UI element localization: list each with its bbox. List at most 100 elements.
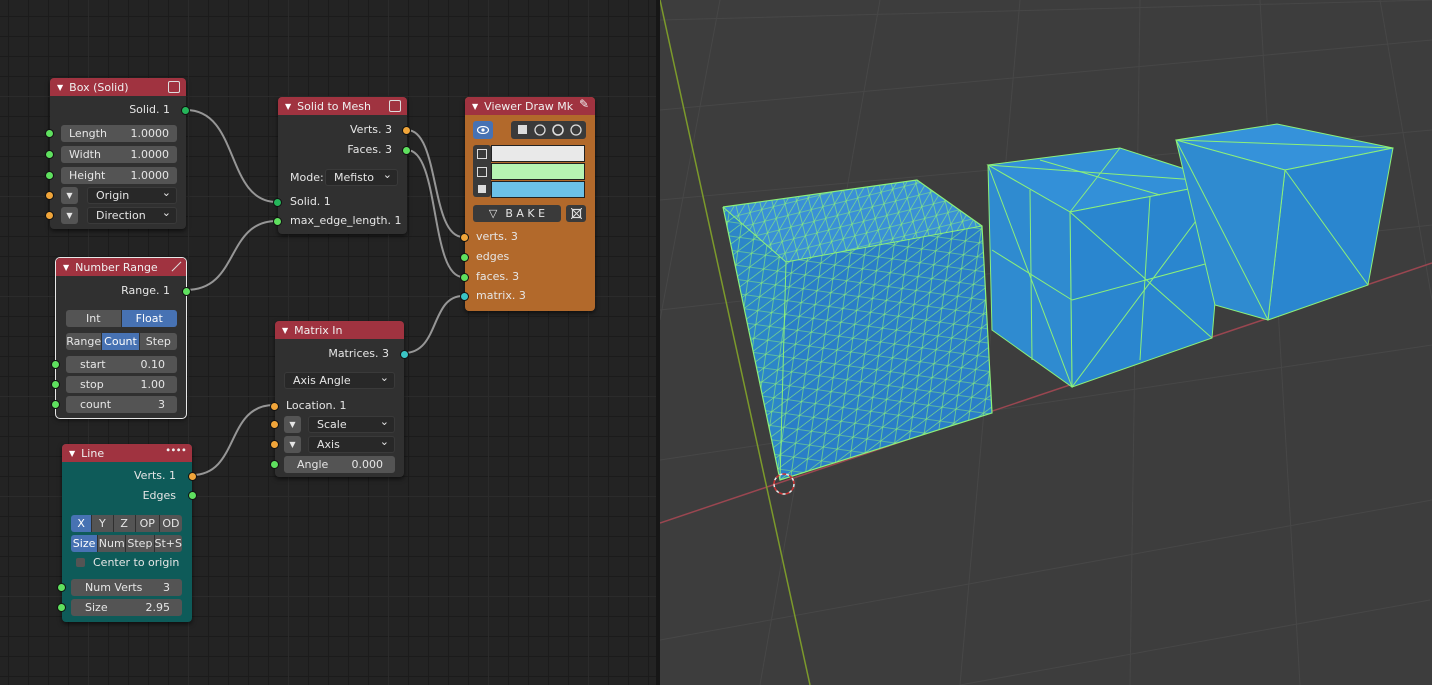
stop-socket[interactable] <box>51 380 60 389</box>
node-header[interactable]: ▼ Number Range <box>56 258 186 276</box>
int-float-selector[interactable]: Int Float <box>66 310 177 327</box>
node-header[interactable]: ▼ Box (Solid) <box>50 78 186 96</box>
display-mode-buttons[interactable] <box>511 121 586 139</box>
node-header[interactable]: ▼ Viewer Draw Mk ✎ <box>465 97 595 115</box>
viewer-draw-node[interactable]: ▼ Viewer Draw Mk ✎ ▽ B A K E verts. 3 edges… <box>460 97 595 311</box>
origin-dropdown[interactable]: Origin <box>87 186 177 204</box>
scale-socket[interactable] <box>270 420 279 429</box>
faces-color-swatch[interactable] <box>491 181 585 198</box>
edge-length-socket[interactable] <box>273 217 282 226</box>
location-socket[interactable] <box>270 402 279 411</box>
verts-output-socket[interactable] <box>402 126 411 135</box>
solid-input-label: Solid. 1 <box>290 195 331 208</box>
node-title: Box (Solid) <box>69 80 129 94</box>
node-header[interactable]: ▼ Matrix In <box>275 321 404 339</box>
faces-output-socket[interactable] <box>402 146 411 155</box>
axis-toggle[interactable]: ▼ <box>284 436 301 453</box>
matrix-in-node[interactable]: ▼ Matrix In Matrices. 3 Axis Angle Locati… <box>270 321 409 477</box>
mode-dropdown[interactable]: Mefisto <box>325 168 398 186</box>
angle-socket[interactable] <box>270 460 279 469</box>
start-socket[interactable] <box>51 360 60 369</box>
collapse-icon[interactable]: ▼ <box>57 83 63 92</box>
3d-viewport[interactable] <box>660 0 1432 685</box>
node-header[interactable]: ▼ Line ∙∙∙∙ <box>62 444 192 462</box>
box-solid-node[interactable]: ▼ Box (Solid) Solid. 1 Length 1.0000 Width… <box>45 78 190 229</box>
width-socket[interactable] <box>45 150 54 159</box>
center-checkbox[interactable] <box>76 558 85 567</box>
size-option[interactable]: Size <box>71 535 99 552</box>
sts-option[interactable]: St+S <box>154 535 182 552</box>
height-field[interactable]: Height 1.0000 <box>61 167 177 184</box>
axis-x-option[interactable]: X <box>71 515 93 532</box>
collapse-icon[interactable]: ▼ <box>285 102 291 111</box>
solid-to-mesh-node[interactable]: ▼ Solid to Mesh Verts. 3 Faces. 3 Mode: M… <box>273 97 411 234</box>
collapse-icon[interactable]: ▼ <box>282 326 288 335</box>
height-socket[interactable] <box>45 171 54 180</box>
float-option[interactable]: Float <box>121 310 177 327</box>
line-node[interactable]: ▼ Line ∙∙∙∙ Verts. 1 Edges X Y Z OP OD Siz… <box>57 444 197 622</box>
size-mode-selector[interactable]: Size Num Step St+S <box>71 535 182 552</box>
collapse-icon[interactable]: ▼ <box>69 449 75 458</box>
scale-dropdown[interactable]: Scale <box>308 415 395 433</box>
mode-dropdown[interactable]: Axis Angle <box>284 371 395 389</box>
verts-toggle-icon[interactable] <box>477 149 487 159</box>
collapse-icon[interactable]: ▼ <box>472 102 478 111</box>
solid-output-socket[interactable] <box>181 106 190 115</box>
scale-toggle[interactable]: ▼ <box>284 416 301 433</box>
bake-button[interactable]: ▽ B A K E <box>473 205 561 222</box>
axis-socket[interactable] <box>270 440 279 449</box>
start-field[interactable]: start 0.10 <box>66 356 177 373</box>
link-icon <box>569 124 582 136</box>
int-option[interactable]: Int <box>66 310 122 327</box>
axis-y-option[interactable]: Y <box>92 515 114 532</box>
verts-input-socket[interactable] <box>460 233 469 242</box>
step-option[interactable]: Step <box>126 535 155 552</box>
number-range-node[interactable]: ▼ Number Range Range. 1 Int Float Range C… <box>51 257 191 419</box>
eye-icon[interactable] <box>473 121 493 139</box>
node-title: Viewer Draw Mk <box>484 99 574 113</box>
count-field[interactable]: count 3 <box>66 396 177 413</box>
edges-input-socket[interactable] <box>460 253 469 262</box>
length-field[interactable]: Length 1.0000 <box>61 125 177 142</box>
count-socket[interactable] <box>51 400 60 409</box>
count-option[interactable]: Count <box>102 333 140 350</box>
size-socket[interactable] <box>57 603 66 612</box>
faces-input-socket[interactable] <box>460 273 469 282</box>
verts-output-socket[interactable] <box>188 472 197 481</box>
matrix-input-socket[interactable] <box>460 292 469 301</box>
range-mode-selector[interactable]: Range Count Step <box>66 333 177 350</box>
faces-toggle-icon[interactable] <box>478 185 486 193</box>
direction-dropdown[interactable]: Direction <box>87 206 177 224</box>
axis-dropdown[interactable]: Axis <box>308 435 395 453</box>
origin-toggle[interactable]: ▼ <box>61 187 78 204</box>
direction-socket[interactable] <box>45 211 54 220</box>
matrices-output-socket[interactable] <box>400 350 409 359</box>
origin-socket[interactable] <box>45 191 54 200</box>
axis-z-option[interactable]: Z <box>113 515 136 532</box>
angle-field[interactable]: Angle 0.000 <box>284 456 395 473</box>
solid-input-socket[interactable] <box>273 198 282 207</box>
extra-options-icon[interactable] <box>566 205 586 222</box>
size-field[interactable]: Size 2.95 <box>71 599 182 616</box>
range-option[interactable]: Range <box>66 333 103 350</box>
verts-color-swatch[interactable] <box>491 145 585 162</box>
num-option[interactable]: Num <box>98 535 127 552</box>
edges-toggle-icon[interactable] <box>477 167 487 177</box>
num-verts-field[interactable]: Num Verts 3 <box>71 579 182 596</box>
verts-output-label: Verts. 3 <box>350 123 392 136</box>
direction-selector[interactable]: X Y Z OP OD <box>71 515 183 532</box>
step-option[interactable]: Step <box>139 333 177 350</box>
length-socket[interactable] <box>45 129 54 138</box>
element-toggles[interactable] <box>473 145 491 197</box>
width-field[interactable]: Width 1.0000 <box>61 146 177 163</box>
edges-output-socket[interactable] <box>188 491 197 500</box>
node-header[interactable]: ▼ Solid to Mesh <box>278 97 407 115</box>
axis-op-option[interactable]: OP <box>135 515 160 532</box>
range-output-socket[interactable] <box>182 287 191 296</box>
axis-od-option[interactable]: OD <box>159 515 183 532</box>
edges-color-swatch[interactable] <box>491 163 585 180</box>
collapse-icon[interactable]: ▼ <box>63 263 69 272</box>
direction-toggle[interactable]: ▼ <box>61 207 78 224</box>
stop-field[interactable]: stop 1.00 <box>66 376 177 393</box>
num-verts-socket[interactable] <box>57 583 66 592</box>
